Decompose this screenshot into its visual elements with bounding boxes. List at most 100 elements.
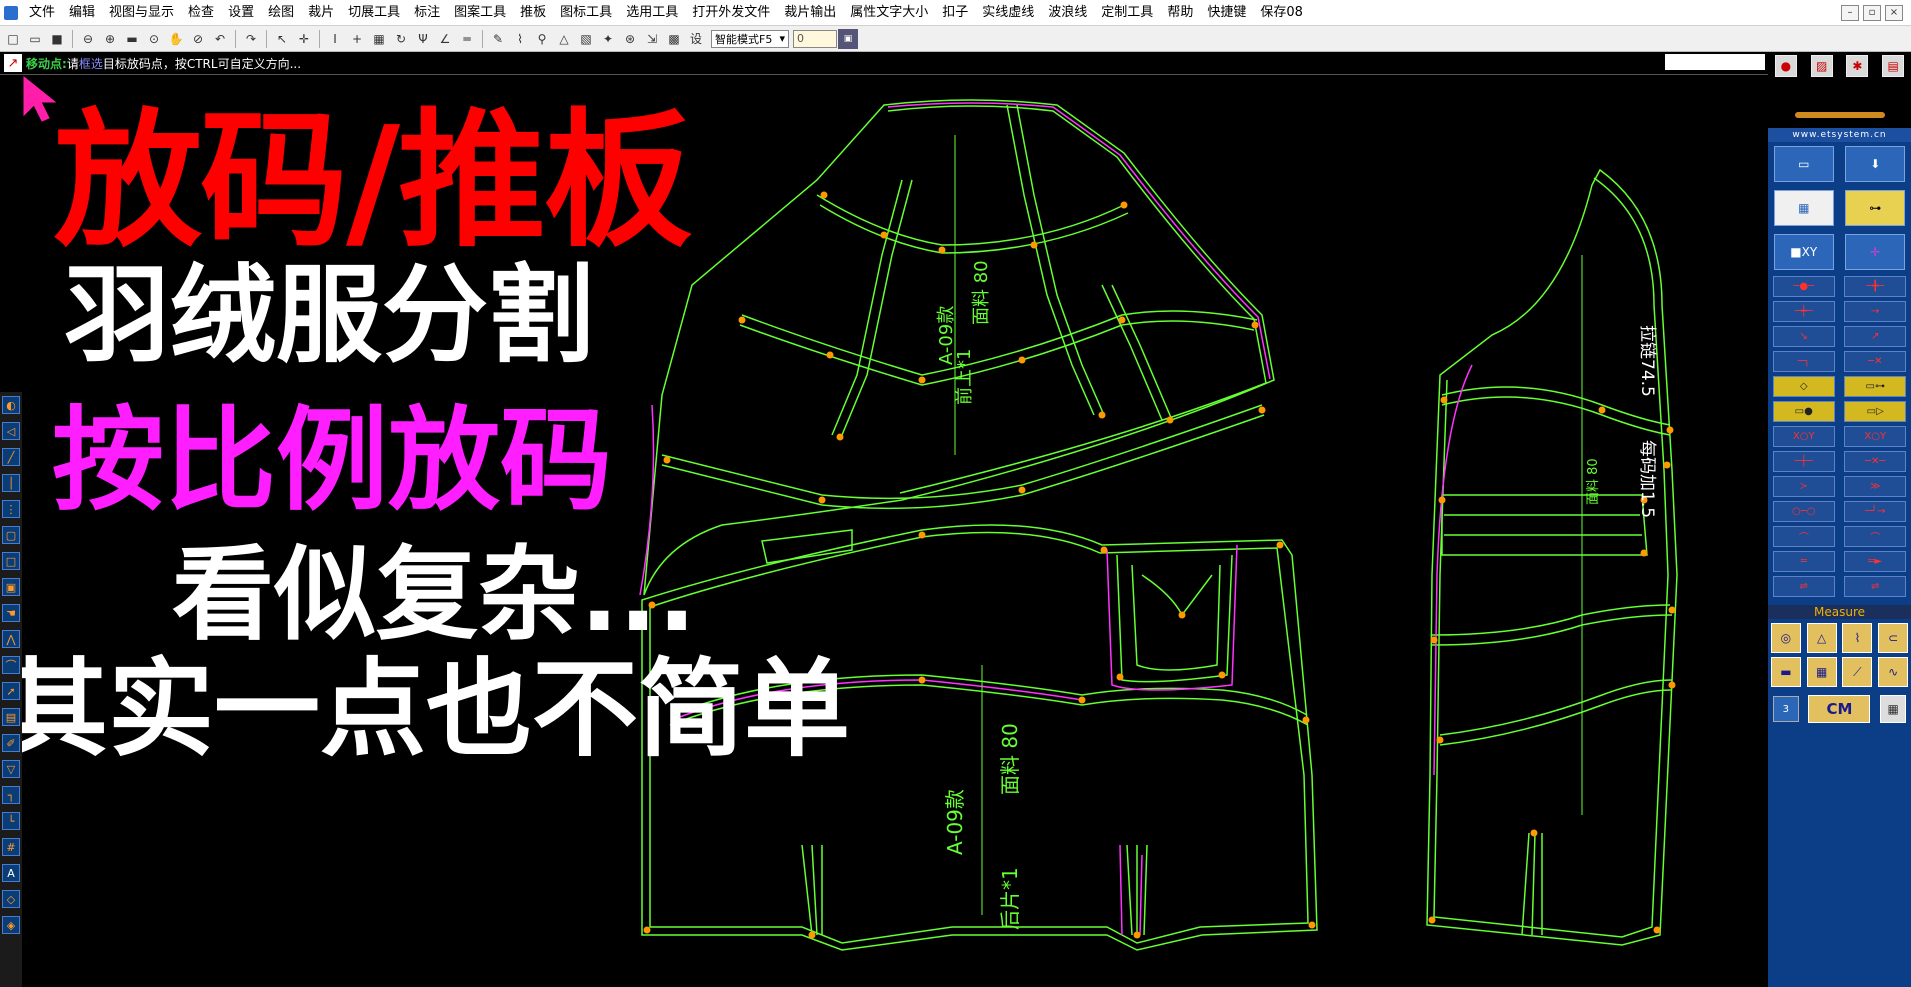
square-icon[interactable]: □ [2, 552, 20, 570]
mode-select[interactable]: 智能模式F5 ▾ [711, 29, 789, 48]
text-tool-icon[interactable]: A [2, 864, 20, 882]
open-file-icon[interactable]: ▭ [25, 29, 45, 49]
menu-selection-tools[interactable]: 选用工具 [619, 0, 685, 26]
grade-tool-17[interactable]: ≻ [1772, 476, 1835, 497]
zoom-prev-icon[interactable]: ⊘ [188, 29, 208, 49]
menu-slash-spread[interactable]: 切展工具 [341, 0, 407, 26]
save-icon[interactable]: ■ [47, 29, 67, 49]
grade-tool-21[interactable]: ⌒ [1772, 526, 1835, 547]
angle-measure-icon[interactable]: △ [1806, 623, 1837, 653]
menu-buttons[interactable]: 扣子 [935, 0, 975, 26]
brush-icon[interactable]: ⌇ [510, 29, 530, 49]
eraser-icon[interactable]: ◈ [2, 916, 20, 934]
unit-button[interactable]: CM [1808, 695, 1871, 723]
menu-shortcuts[interactable]: 快捷键 [1200, 0, 1253, 26]
grade-tool-13[interactable]: X○Y [1772, 426, 1835, 447]
menu-check[interactable]: 检查 [181, 0, 221, 26]
grade-tool-8[interactable]: ─✕ [1844, 351, 1907, 372]
fork-icon[interactable]: Ψ [413, 29, 433, 49]
select-delete-icon[interactable]: ↖ [272, 29, 292, 49]
bug-icon[interactable]: ✱ [1846, 55, 1869, 77]
point-measure-icon[interactable]: ⟋ [1842, 657, 1873, 687]
xy-axis-button[interactable]: ■XY [1773, 234, 1834, 270]
pen-icon[interactable]: ✐ [2, 734, 20, 752]
grade-tool-2[interactable]: ─╋─ [1844, 276, 1907, 297]
restore-button[interactable]: ▫ [1863, 4, 1881, 21]
menu-file[interactable]: 文件 [22, 0, 62, 26]
hash-icon[interactable]: # [2, 838, 20, 856]
grid-icon[interactable]: ▦ [369, 29, 389, 49]
notch-icon[interactable]: ✦ [598, 29, 618, 49]
menu-pattern-tools[interactable]: 图案工具 [447, 0, 513, 26]
grade-tool-5[interactable]: ↘ [1772, 326, 1835, 347]
grade-tool-1[interactable]: ─●─ [1772, 276, 1835, 297]
vertical-line-icon[interactable]: │ [2, 474, 20, 492]
cross-icon[interactable]: + [347, 29, 367, 49]
download-arrow-button[interactable]: ⬇ [1845, 146, 1906, 182]
menu-view[interactable]: 视图与显示 [102, 0, 181, 26]
move-point-icon[interactable]: ✛ [294, 29, 314, 49]
menu-annotate[interactable]: 标注 [407, 0, 447, 26]
menu-help[interactable]: 帮助 [1160, 0, 1200, 26]
shape-tool-icon[interactable]: ◇ [2, 890, 20, 908]
grade-tool-19[interactable]: ○─○ [1772, 501, 1835, 522]
pan-hand-icon[interactable]: ✋ [166, 29, 186, 49]
menu-edit[interactable]: 编辑 [62, 0, 102, 26]
grade-tool-20[interactable]: ─┘→ [1844, 501, 1907, 522]
table-measure-icon[interactable]: ▦ [1806, 657, 1837, 687]
zoom-in-icon[interactable]: ⊕ [100, 29, 120, 49]
calculator-small-icon[interactable]: ▤ [1882, 55, 1905, 77]
grade-tool-15[interactable]: ─┼─ [1772, 451, 1835, 472]
unit-value-field[interactable]: 3 [1772, 696, 1799, 722]
menu-settings[interactable]: 设置 [221, 0, 261, 26]
grade-point-icon[interactable]: ▣ [2, 578, 20, 596]
confirm-icon[interactable]: ▣ [838, 28, 858, 49]
screen-select-button[interactable]: ▭ [1773, 146, 1834, 182]
pin-button[interactable]: ✛ [1845, 234, 1906, 270]
grade-tool-11[interactable]: ▭● [1772, 401, 1835, 422]
hand-tool-icon[interactable]: ☚ [2, 604, 20, 622]
new-file-icon[interactable]: □ [3, 29, 23, 49]
zoom-fit-icon[interactable]: ▬ [122, 29, 142, 49]
corner-icon[interactable]: ┐ [2, 786, 20, 804]
table-button[interactable]: ▦ [1773, 190, 1834, 226]
menu-text-size[interactable]: 属性文字大小 [843, 0, 935, 26]
grade-tool-12[interactable]: ▭▷ [1844, 401, 1907, 422]
grade-ruler-button[interactable]: ⊶ [1845, 190, 1906, 226]
record-icon[interactable]: ● [1774, 55, 1797, 77]
pencil-icon[interactable]: ✎ [488, 29, 508, 49]
bracket-icon[interactable]: └ [2, 812, 20, 830]
rotate-icon[interactable]: ↻ [391, 29, 411, 49]
grade-tool-9[interactable]: ◇ [1772, 376, 1835, 397]
dart-icon[interactable]: ⋀ [2, 630, 20, 648]
grade-tool-24[interactable]: ═► [1844, 551, 1907, 572]
calculator-icon[interactable]: ▦ [1880, 695, 1907, 723]
menu-grading[interactable]: 推板 [513, 0, 553, 26]
compass-icon[interactable]: ⚲ [532, 29, 552, 49]
zoom-window-icon[interactable]: ⊙ [144, 29, 164, 49]
drill-icon[interactable]: ⊛ [620, 29, 640, 49]
funnel-icon[interactable]: ▽ [2, 760, 20, 778]
menu-icon-tools[interactable]: 图标工具 [553, 0, 619, 26]
triangle-tool-icon[interactable]: ◁ [2, 422, 20, 440]
drawing-canvas[interactable]: A-09款 面料 80 前上*1 A-09款 面料 80 后片*1 拉链74.5… [22, 75, 1768, 987]
grade-icon[interactable]: ⇲ [642, 29, 662, 49]
redo-icon[interactable]: ↷ [241, 29, 261, 49]
status-input-field[interactable] [1665, 54, 1765, 70]
tape-measure-icon[interactable]: ◎ [1770, 623, 1801, 653]
grade-tool-18[interactable]: ≫ [1844, 476, 1907, 497]
grade-tool-23[interactable]: ═ [1772, 551, 1835, 572]
grade-tool-10[interactable]: ▭⊶ [1844, 376, 1907, 397]
ruler-measure-icon[interactable]: ▬ [1770, 657, 1801, 687]
grade-tool-4[interactable]: → [1844, 301, 1907, 322]
qr-icon[interactable]: ▩ [664, 29, 684, 49]
menu-wave-line[interactable]: 波浪线 [1041, 0, 1094, 26]
angle-icon[interactable]: ∠ [435, 29, 455, 49]
rectangle-icon[interactable]: ▢ [2, 526, 20, 544]
close-button[interactable]: × [1885, 4, 1903, 21]
grade-tool-6[interactable]: ↗ [1844, 326, 1907, 347]
settings-button[interactable]: 设 [686, 29, 706, 49]
measure-tool-icon[interactable]: △ [554, 29, 574, 49]
split-icon[interactable]: ⋮ [2, 500, 20, 518]
menu-save[interactable]: 保存08 [1253, 0, 1310, 26]
